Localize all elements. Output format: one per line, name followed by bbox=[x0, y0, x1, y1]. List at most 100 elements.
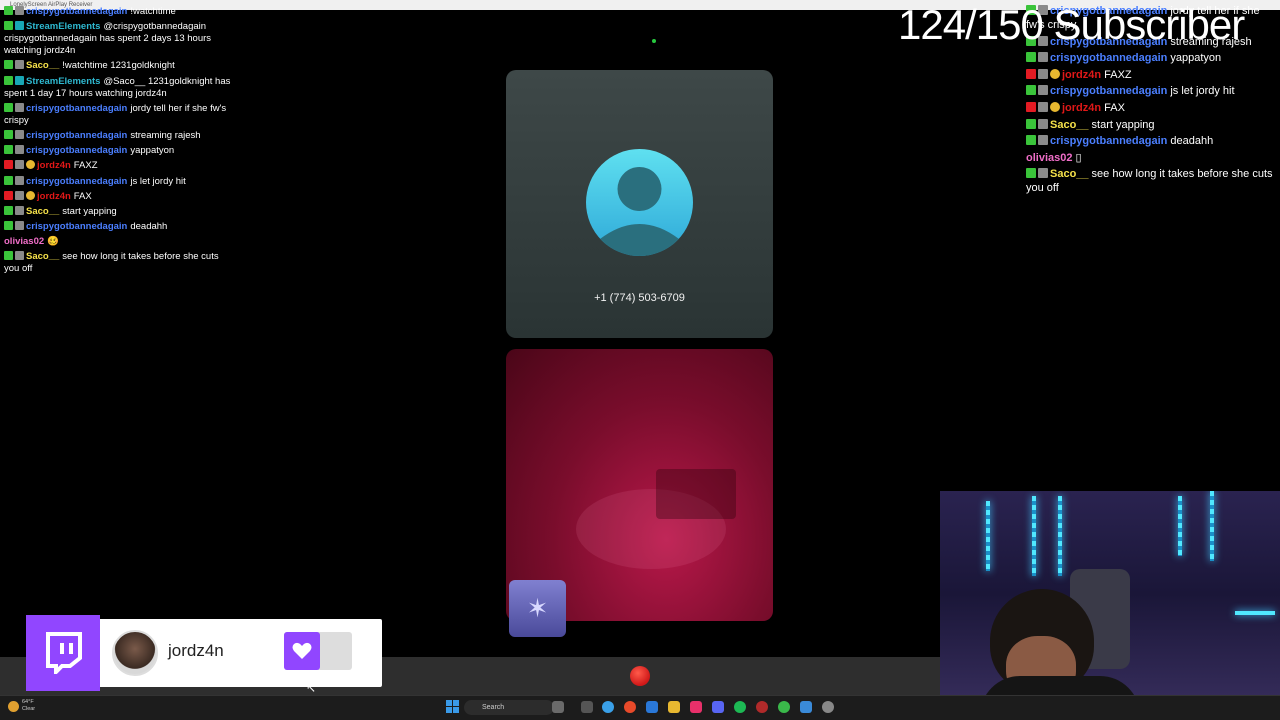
weather-widget[interactable]: 64°F Clear bbox=[8, 699, 35, 713]
weather-icon bbox=[8, 700, 19, 712]
record-button[interactable] bbox=[630, 666, 650, 686]
spotify-icon[interactable] bbox=[734, 701, 746, 713]
heart-icon[interactable] bbox=[284, 632, 320, 670]
mouse-cursor-icon: ↖ bbox=[306, 681, 317, 695]
chat-text: FAXZ bbox=[1104, 68, 1132, 81]
chat-username[interactable]: crispygotbannedagain bbox=[26, 176, 127, 187]
chat-username[interactable]: Saco__ bbox=[1050, 168, 1089, 180]
task-view-icon[interactable] bbox=[581, 701, 593, 713]
chat-username[interactable]: crispygotbannedagain bbox=[26, 221, 127, 232]
chat-message: crispygotbannedagain !watchtime bbox=[4, 6, 234, 18]
chat-left-panel: crispygotbannedagain !watchtime StreamElem… bbox=[4, 6, 234, 279]
chat-text: deadahh bbox=[130, 221, 168, 233]
chat-message: jordz4n FAX bbox=[1026, 101, 1280, 115]
chat-text: 🥴 bbox=[47, 236, 59, 248]
chat-text: FAX bbox=[73, 190, 92, 202]
chat-badge-icon bbox=[4, 21, 13, 31]
mail-icon[interactable] bbox=[646, 701, 658, 713]
windows-taskbar: 64°F Clear bbox=[0, 695, 1280, 720]
chat-text: !watchtime 1231goldknight bbox=[62, 60, 175, 72]
chat-message: crispygotbannedagain yappatyon bbox=[1026, 51, 1280, 65]
chat-text: ▯ bbox=[1075, 151, 1082, 164]
chat-username[interactable]: crispygotbannedagain bbox=[26, 6, 127, 17]
chat-badge-icon bbox=[1026, 168, 1036, 179]
streamer-avatar bbox=[112, 630, 158, 676]
chat-username[interactable]: jordz4n bbox=[1062, 69, 1101, 81]
chat-badge-icon bbox=[15, 21, 24, 31]
windows-start-icon[interactable] bbox=[446, 700, 459, 713]
chat-username[interactable]: crispygotbannedagain bbox=[1050, 135, 1167, 147]
chat-badge-icon bbox=[1038, 118, 1048, 129]
chat-badge-icon bbox=[15, 160, 24, 170]
chat-text: start yapping bbox=[62, 205, 117, 217]
chat-badge-icon bbox=[1038, 85, 1048, 96]
chat-badge-icon bbox=[15, 75, 24, 85]
led-strip bbox=[1178, 496, 1182, 556]
chat-username[interactable]: Saco__ bbox=[26, 251, 59, 262]
camera-indicator-dot bbox=[652, 39, 656, 43]
call-contact-card: +1 (774) 503-6709 bbox=[506, 70, 773, 338]
chat-badge-icon bbox=[15, 175, 24, 185]
taskbar-search-input[interactable]: Search bbox=[464, 700, 554, 715]
camera-blur-shape bbox=[656, 469, 736, 519]
chat-username[interactable]: Saco__ bbox=[26, 60, 59, 71]
chat-badge-icon bbox=[4, 205, 13, 215]
follow-toggle[interactable] bbox=[284, 632, 352, 670]
streamer-name: jordz4n bbox=[168, 641, 224, 660]
chat-text: streaming rajesh bbox=[130, 129, 201, 141]
chat-text: !watchtime bbox=[130, 6, 176, 17]
chat-badge-icon bbox=[4, 6, 13, 15]
airplay-receiver-icon[interactable] bbox=[800, 701, 812, 713]
chat-username[interactable]: crispygotbannedagain bbox=[26, 130, 127, 141]
chat-badge-icon bbox=[4, 60, 13, 70]
tiktok-icon[interactable] bbox=[690, 701, 702, 713]
file-explorer-icon[interactable] bbox=[668, 701, 680, 713]
chat-username[interactable]: StreamElements bbox=[26, 21, 100, 32]
chat-username[interactable]: olivias02 bbox=[1026, 152, 1072, 164]
chat-badge-icon bbox=[15, 221, 24, 231]
chat-username[interactable]: jordz4n bbox=[37, 191, 71, 202]
copilot-icon[interactable] bbox=[552, 701, 564, 713]
subscriber-goal: 124/150 Subscriber bbox=[898, 2, 1245, 48]
chat-badge-icon bbox=[4, 129, 13, 139]
browser-icon[interactable] bbox=[778, 701, 790, 713]
twitch-icon bbox=[26, 615, 100, 691]
chat-username[interactable]: jordz4n bbox=[37, 160, 71, 171]
chat-badge-icon bbox=[4, 251, 13, 261]
chat-badge-icon bbox=[1026, 68, 1036, 79]
discord-icon[interactable] bbox=[712, 701, 724, 713]
contact-phone-number: +1 (774) 503-6709 bbox=[594, 292, 685, 304]
chat-badge-icon bbox=[15, 190, 24, 200]
chat-badge-icon bbox=[1026, 118, 1036, 129]
chat-text: yappatyon bbox=[130, 145, 175, 157]
chat-message: crispygotbannedagain deadahh bbox=[1026, 134, 1280, 148]
chat-username[interactable]: crispygotbannedagain bbox=[26, 145, 127, 156]
chat-username[interactable]: jordz4n bbox=[1062, 102, 1101, 114]
obs-icon[interactable] bbox=[756, 701, 768, 713]
chat-username[interactable]: StreamElements bbox=[26, 76, 100, 87]
chat-message: Saco__ see how long it takes before she c… bbox=[4, 251, 234, 275]
chat-badge-icon bbox=[1026, 135, 1036, 146]
chat-message: crispygotbannedagain yappatyon bbox=[4, 145, 234, 157]
chat-badge-icon bbox=[4, 221, 13, 231]
chat-badge-icon bbox=[4, 160, 13, 170]
chat-badge-icon bbox=[15, 129, 24, 139]
twitch-follow-widget: jordz4n bbox=[26, 615, 382, 691]
chat-badge-icon bbox=[1026, 101, 1036, 112]
chat-badge-icon bbox=[1026, 85, 1036, 96]
chat-username[interactable]: crispygotbannedagain bbox=[26, 103, 127, 114]
chat-username[interactable]: crispygotbannedagain bbox=[1050, 85, 1167, 97]
chat-badge-icon bbox=[1050, 101, 1060, 112]
chat-username[interactable]: Saco__ bbox=[1050, 119, 1089, 131]
picture-in-picture-tile[interactable]: ✶ bbox=[509, 580, 566, 637]
streamer-webcam bbox=[940, 491, 1280, 720]
chrome-icon[interactable] bbox=[624, 701, 636, 713]
chat-message: jordz4n FAXZ bbox=[1026, 68, 1280, 82]
chat-username[interactable]: Saco__ bbox=[26, 206, 59, 217]
chat-badge-icon bbox=[15, 205, 24, 215]
settings-icon[interactable] bbox=[822, 701, 834, 713]
chat-username[interactable]: crispygotbannedagain bbox=[1050, 52, 1167, 64]
led-strip bbox=[1058, 496, 1062, 576]
edge-icon[interactable] bbox=[602, 701, 614, 713]
chat-username[interactable]: olivias02 bbox=[4, 236, 44, 247]
